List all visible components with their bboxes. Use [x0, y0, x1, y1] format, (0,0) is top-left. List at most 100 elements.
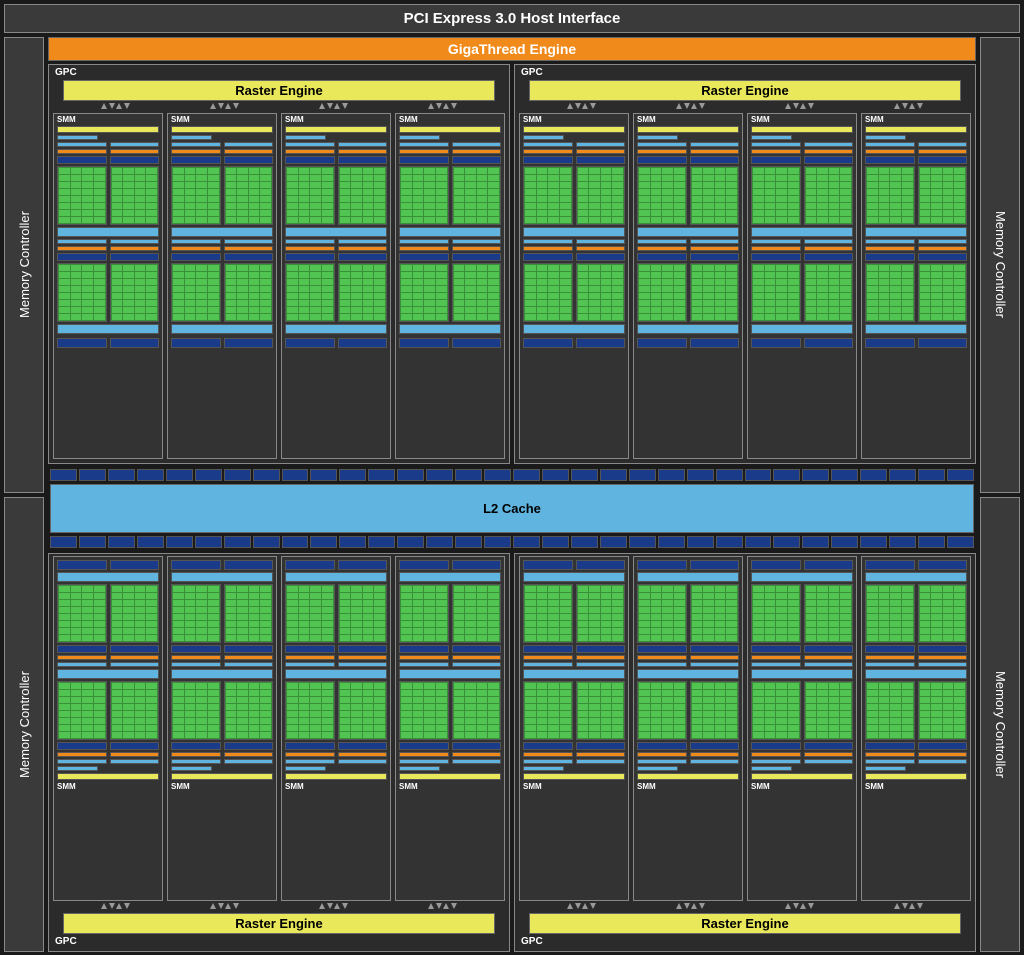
l2-segment: [368, 536, 395, 548]
smm: SMM: [395, 556, 505, 902]
smm-label: SMM: [637, 782, 739, 791]
smm-row: SMMSMMSMMSMM: [519, 556, 971, 902]
smm-polymorph-bar: [523, 773, 625, 780]
memory-controller: Memory Controller: [4, 37, 44, 493]
smm-tex-units: [637, 338, 739, 348]
smm-tex-units: [57, 338, 159, 348]
gpc-label: GPC: [519, 936, 971, 947]
smm-l1-cache: [865, 572, 967, 582]
l2-segment: [918, 469, 945, 481]
smm-l1-cache: [399, 324, 501, 334]
l2-segment: [339, 469, 366, 481]
cuda-core-grid: [399, 166, 501, 225]
l2-segment: [310, 536, 337, 548]
smm-label: SMM: [285, 782, 387, 791]
smm-polymorph-bar: [285, 126, 387, 133]
l2-segment: [571, 536, 598, 548]
cuda-core-grid: [637, 584, 739, 643]
smm-l1-cache: [57, 572, 159, 582]
l2-segment: [831, 536, 858, 548]
smm-cache-small: [171, 135, 212, 140]
gpc: SMMSMMSMMSMM Raster EngineGPC: [514, 553, 976, 953]
smm-shared-mem: [285, 227, 387, 237]
cuda-core-grid: [523, 166, 625, 225]
smm-polymorph-bar: [751, 773, 853, 780]
smm: SMM: [395, 113, 505, 459]
smm-tex-units: [399, 560, 501, 570]
l2-segment: [513, 536, 540, 548]
l2-segment: [889, 536, 916, 548]
smm-l1-cache: [171, 572, 273, 582]
smm-shared-mem: [751, 669, 853, 679]
l2-segment: [542, 469, 569, 481]
cuda-core-grid: [637, 681, 739, 740]
smm-label: SMM: [57, 115, 159, 124]
cuda-core-grid: [751, 263, 853, 322]
memory-controller-label: Memory Controller: [993, 211, 1008, 318]
smm-tex-units: [751, 338, 853, 348]
cuda-core-grid: [57, 166, 159, 225]
raster-engine: Raster Engine: [529, 80, 961, 101]
l2-segment: [513, 469, 540, 481]
l2-segment: [282, 469, 309, 481]
l2-segment: [600, 469, 627, 481]
smm-polymorph-bar: [171, 126, 273, 133]
l2-segment: [79, 469, 106, 481]
smm-tex-units: [865, 338, 967, 348]
smm-shared-mem: [171, 669, 273, 679]
cuda-core-grid: [57, 263, 159, 322]
l2-segment: [368, 469, 395, 481]
smm-cache-small: [751, 135, 792, 140]
smm: SMM: [861, 556, 971, 902]
smm: SMM: [53, 113, 163, 459]
smm: SMM: [167, 113, 277, 459]
l2-segment: [571, 469, 598, 481]
smm-cache-small: [865, 766, 906, 771]
smm-tex-units: [523, 560, 625, 570]
l2-segment: [310, 469, 337, 481]
l2-segment: [745, 536, 772, 548]
memory-controller: Memory Controller: [4, 497, 44, 953]
smm-shared-mem: [399, 227, 501, 237]
smm-polymorph-bar: [171, 773, 273, 780]
smm-shared-mem: [865, 227, 967, 237]
cuda-core-grid: [637, 263, 739, 322]
smm-label: SMM: [751, 782, 853, 791]
l2-segment: [918, 536, 945, 548]
smm-cache-small: [865, 135, 906, 140]
smm-polymorph-bar: [865, 773, 967, 780]
l2-segment: [224, 469, 251, 481]
smm-shared-mem: [751, 227, 853, 237]
smm-label: SMM: [57, 782, 159, 791]
smm-shared-mem: [399, 669, 501, 679]
cuda-core-grid: [523, 263, 625, 322]
smm-shared-mem: [57, 669, 159, 679]
cuda-core-grid: [57, 681, 159, 740]
smm-label: SMM: [399, 115, 501, 124]
smm-cache-small: [523, 135, 564, 140]
smm-shared-mem: [285, 669, 387, 679]
l2-segment: [716, 536, 743, 548]
smm-polymorph-bar: [399, 773, 501, 780]
smm-cache-small: [57, 766, 98, 771]
smm-tex-units: [171, 338, 273, 348]
cuda-core-grid: [865, 584, 967, 643]
smm: SMM: [633, 556, 743, 902]
l2-segment: [658, 469, 685, 481]
l2-segment: [50, 536, 77, 548]
l2-segment: [629, 469, 656, 481]
smm-l1-cache: [399, 572, 501, 582]
smm: SMM: [747, 113, 857, 459]
memory-controller: Memory Controller: [980, 37, 1020, 493]
smm-polymorph-bar: [523, 126, 625, 133]
l2-segment: [426, 536, 453, 548]
smm-cache-small: [523, 766, 564, 771]
smm-tex-units: [637, 560, 739, 570]
l2-cache: L2 Cache: [50, 484, 974, 533]
smm-polymorph-bar: [865, 126, 967, 133]
memory-controller-label: Memory Controller: [993, 671, 1008, 778]
l2-segment: [166, 536, 193, 548]
raster-arrows: [529, 903, 961, 911]
l2-segment: [79, 536, 106, 548]
smm-polymorph-bar: [399, 126, 501, 133]
